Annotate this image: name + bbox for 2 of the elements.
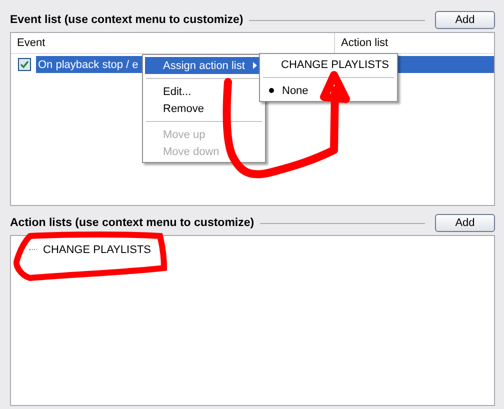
section-title: Event list (use context menu to customize) — [10, 14, 244, 26]
section-title: Action lists (use context menu to customize) — [10, 217, 254, 229]
